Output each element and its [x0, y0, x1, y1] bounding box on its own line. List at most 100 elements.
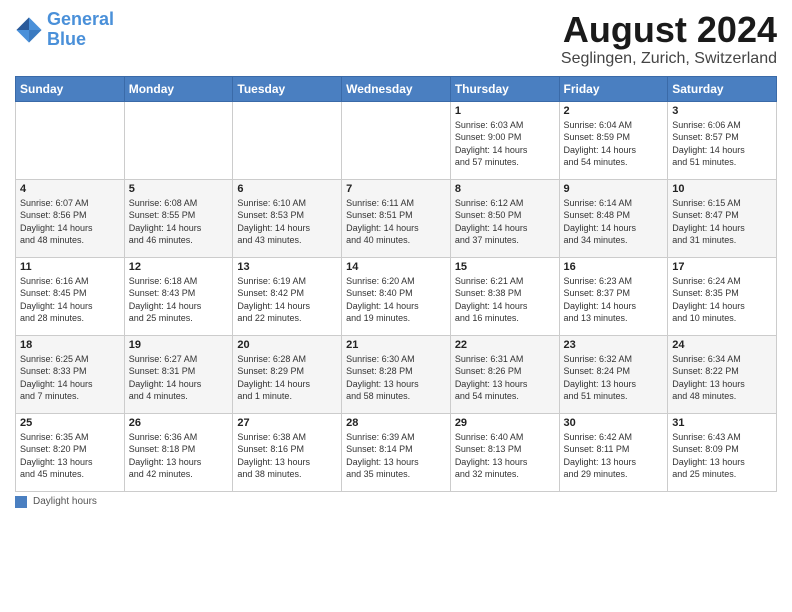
cell-info: Sunrise: 6:40 AM Sunset: 8:13 PM Dayligh… — [455, 431, 555, 481]
calendar-cell: 24 Sunrise: 6:34 AM Sunset: 8:22 PM Dayli… — [668, 335, 777, 413]
day-number: 17 — [672, 261, 772, 273]
day-number: 6 — [237, 183, 337, 195]
cell-info: Sunrise: 6:42 AM Sunset: 8:11 PM Dayligh… — [564, 431, 664, 481]
calendar-cell: 18 Sunrise: 6:25 AM Sunset: 8:33 PM Dayli… — [16, 335, 125, 413]
calendar-cell: 3Sunrise: 6:06 AM Sunset: 8:57 PM Daylig… — [668, 101, 777, 179]
calendar-cell: 25 Sunrise: 6:35 AM Sunset: 8:20 PM Dayli… — [16, 413, 125, 491]
calendar-week-4: 18 Sunrise: 6:25 AM Sunset: 8:33 PM Dayli… — [16, 335, 777, 413]
col-monday: Monday — [124, 76, 233, 101]
cell-info: Sunrise: 6:43 AM Sunset: 8:09 PM Dayligh… — [672, 431, 772, 481]
footer-label: Daylight hours — [33, 496, 97, 507]
logo: General Blue — [15, 10, 114, 50]
calendar-week-3: 11 Sunrise: 6:16 AM Sunset: 8:45 PM Dayli… — [16, 257, 777, 335]
cell-info: Sunrise: 6:16 AM Sunset: 8:45 PM Dayligh… — [20, 275, 120, 325]
calendar-cell: 22Sunrise: 6:31 AM Sunset: 8:26 PM Dayli… — [450, 335, 559, 413]
header: General Blue August 2024 Seglingen, Zuri… — [15, 10, 777, 68]
day-number: 29 — [455, 417, 555, 429]
calendar-cell: 8 Sunrise: 6:12 AM Sunset: 8:50 PM Daylig… — [450, 179, 559, 257]
cell-info: Sunrise: 6:24 AM Sunset: 8:35 PM Dayligh… — [672, 275, 772, 325]
cell-info: Sunrise: 6:15 AM Sunset: 8:47 PM Dayligh… — [672, 197, 772, 247]
calendar-cell: 12Sunrise: 6:18 AM Sunset: 8:43 PM Dayli… — [124, 257, 233, 335]
cell-info: Sunrise: 6:25 AM Sunset: 8:33 PM Dayligh… — [20, 353, 120, 403]
cell-info: Sunrise: 6:06 AM Sunset: 8:57 PM Dayligh… — [672, 119, 772, 169]
day-number: 7 — [346, 183, 446, 195]
logo-icon — [15, 16, 43, 44]
cell-info: Sunrise: 6:30 AM Sunset: 8:28 PM Dayligh… — [346, 353, 446, 403]
calendar-cell: 10 Sunrise: 6:15 AM Sunset: 8:47 PM Dayli… — [668, 179, 777, 257]
calendar-cell — [233, 101, 342, 179]
calendar-table: Sunday Monday Tuesday Wednesday Thursday… — [15, 76, 777, 492]
day-number: 30 — [564, 417, 664, 429]
cell-info: Sunrise: 6:07 AM Sunset: 8:56 PM Dayligh… — [20, 197, 120, 247]
day-number: 27 — [237, 417, 337, 429]
cell-info: Sunrise: 6:39 AM Sunset: 8:14 PM Dayligh… — [346, 431, 446, 481]
day-number: 19 — [129, 339, 229, 351]
cell-info: Sunrise: 6:27 AM Sunset: 8:31 PM Dayligh… — [129, 353, 229, 403]
calendar-cell: 31 Sunrise: 6:43 AM Sunset: 8:09 PM Dayli… — [668, 413, 777, 491]
day-number: 5 — [129, 183, 229, 195]
calendar-cell: 30 Sunrise: 6:42 AM Sunset: 8:11 PM Dayli… — [559, 413, 668, 491]
cell-info: Sunrise: 6:38 AM Sunset: 8:16 PM Dayligh… — [237, 431, 337, 481]
col-saturday: Saturday — [668, 76, 777, 101]
day-number: 9 — [564, 183, 664, 195]
col-thursday: Thursday — [450, 76, 559, 101]
calendar-cell: 26 Sunrise: 6:36 AM Sunset: 8:18 PM Dayli… — [124, 413, 233, 491]
page: General Blue August 2024 Seglingen, Zuri… — [0, 0, 792, 612]
day-number: 1 — [455, 105, 555, 117]
day-number: 4 — [20, 183, 120, 195]
day-number: 8 — [455, 183, 555, 195]
day-number: 11 — [20, 261, 120, 273]
calendar-cell — [16, 101, 125, 179]
calendar-cell: 4 Sunrise: 6:07 AM Sunset: 8:56 PM Daylig… — [16, 179, 125, 257]
calendar-cell — [342, 101, 451, 179]
calendar-cell: 9 Sunrise: 6:14 AM Sunset: 8:48 PM Daylig… — [559, 179, 668, 257]
cell-info: Sunrise: 6:31 AM Sunset: 8:26 PM Dayligh… — [455, 353, 555, 403]
cell-info: Sunrise: 6:21 AM Sunset: 8:38 PM Dayligh… — [455, 275, 555, 325]
cell-info: Sunrise: 6:18 AM Sunset: 8:43 PM Dayligh… — [129, 275, 229, 325]
calendar-cell: 17 Sunrise: 6:24 AM Sunset: 8:35 PM Dayli… — [668, 257, 777, 335]
col-sunday: Sunday — [16, 76, 125, 101]
logo-text: General Blue — [47, 10, 114, 50]
col-tuesday: Tuesday — [233, 76, 342, 101]
day-number: 25 — [20, 417, 120, 429]
cell-info: Sunrise: 6:19 AM Sunset: 8:42 PM Dayligh… — [237, 275, 337, 325]
footer-note: Daylight hours — [15, 496, 777, 508]
calendar-cell: 14 Sunrise: 6:20 AM Sunset: 8:40 PM Dayli… — [342, 257, 451, 335]
day-number: 31 — [672, 417, 772, 429]
calendar-cell: 2 Sunrise: 6:04 AM Sunset: 8:59 PM Daylig… — [559, 101, 668, 179]
day-number: 18 — [20, 339, 120, 351]
day-number: 13 — [237, 261, 337, 273]
col-wednesday: Wednesday — [342, 76, 451, 101]
cell-info: Sunrise: 6:35 AM Sunset: 8:20 PM Dayligh… — [20, 431, 120, 481]
day-number: 10 — [672, 183, 772, 195]
cell-info: Sunrise: 6:34 AM Sunset: 8:22 PM Dayligh… — [672, 353, 772, 403]
day-number: 26 — [129, 417, 229, 429]
cell-info: Sunrise: 6:28 AM Sunset: 8:29 PM Dayligh… — [237, 353, 337, 403]
cell-info: Sunrise: 6:20 AM Sunset: 8:40 PM Dayligh… — [346, 275, 446, 325]
calendar-cell: 1 Sunrise: 6:03 AM Sunset: 9:00 PM Daylig… — [450, 101, 559, 179]
day-number: 15 — [455, 261, 555, 273]
calendar-cell: 29 Sunrise: 6:40 AM Sunset: 8:13 PM Dayli… — [450, 413, 559, 491]
calendar-week-1: 1 Sunrise: 6:03 AM Sunset: 9:00 PM Daylig… — [16, 101, 777, 179]
day-number: 24 — [672, 339, 772, 351]
title-block: August 2024 Seglingen, Zurich, Switzerla… — [561, 10, 777, 68]
calendar-cell: 5Sunrise: 6:08 AM Sunset: 8:55 PM Daylig… — [124, 179, 233, 257]
cell-info: Sunrise: 6:12 AM Sunset: 8:50 PM Dayligh… — [455, 197, 555, 247]
calendar-cell: 23Sunrise: 6:32 AM Sunset: 8:24 PM Dayli… — [559, 335, 668, 413]
cell-info: Sunrise: 6:23 AM Sunset: 8:37 PM Dayligh… — [564, 275, 664, 325]
day-number: 16 — [564, 261, 664, 273]
cell-info: Sunrise: 6:03 AM Sunset: 9:00 PM Dayligh… — [455, 119, 555, 169]
calendar-cell: 28 Sunrise: 6:39 AM Sunset: 8:14 PM Dayli… — [342, 413, 451, 491]
day-number: 14 — [346, 261, 446, 273]
cell-info: Sunrise: 6:36 AM Sunset: 8:18 PM Dayligh… — [129, 431, 229, 481]
col-friday: Friday — [559, 76, 668, 101]
month-title: August 2024 — [561, 10, 777, 50]
calendar-week-2: 4 Sunrise: 6:07 AM Sunset: 8:56 PM Daylig… — [16, 179, 777, 257]
footer-dot — [15, 496, 27, 508]
calendar-cell: 20Sunrise: 6:28 AM Sunset: 8:29 PM Dayli… — [233, 335, 342, 413]
cell-info: Sunrise: 6:14 AM Sunset: 8:48 PM Dayligh… — [564, 197, 664, 247]
calendar-week-5: 25 Sunrise: 6:35 AM Sunset: 8:20 PM Dayli… — [16, 413, 777, 491]
day-number: 28 — [346, 417, 446, 429]
cell-info: Sunrise: 6:04 AM Sunset: 8:59 PM Dayligh… — [564, 119, 664, 169]
day-number: 2 — [564, 105, 664, 117]
